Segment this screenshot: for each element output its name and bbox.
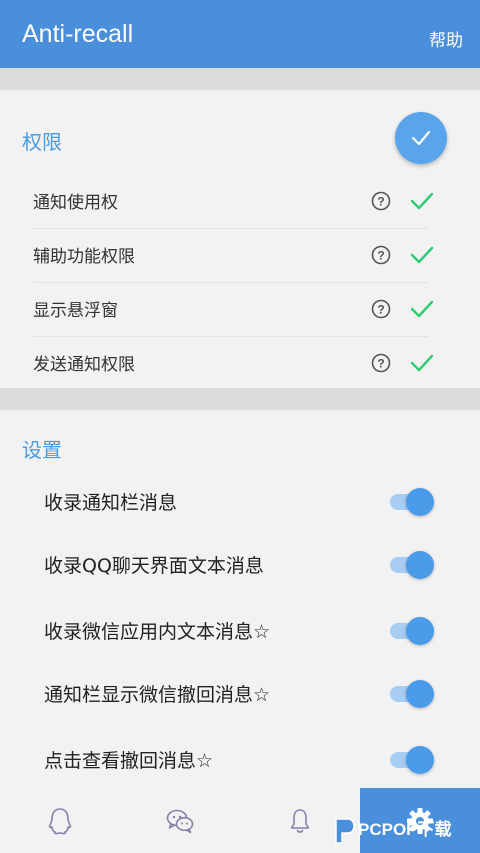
app-bar: Anti-recall 帮助 [0, 0, 480, 68]
permission-label: 通知使用权 [33, 193, 118, 213]
setting-row-notification-messages[interactable]: 收录通知栏消息 [0, 468, 480, 532]
grant-all-button[interactable] [395, 112, 447, 164]
setting-label: 点击查看撤回消息☆ [44, 750, 214, 772]
setting-row-qq-chat-messages[interactable]: 收录QQ聊天界面文本消息 [0, 531, 480, 595]
setting-label: 收录通知栏消息 [44, 492, 178, 514]
setting-label: 收录QQ聊天界面文本消息 [44, 555, 264, 577]
toggle-switch[interactable] [390, 551, 434, 579]
toggle-switch[interactable] [390, 746, 434, 774]
setting-row-view-recalled[interactable]: 点击查看撤回消息☆ [0, 726, 480, 790]
help-button[interactable]: 帮助 [429, 26, 463, 51]
permission-row-post-notifications[interactable]: 发送通知权限 ? [0, 336, 480, 390]
nav-tab-wechat[interactable] [120, 788, 240, 853]
svg-text:?: ? [377, 195, 384, 209]
qq-penguin-icon [48, 807, 72, 834]
toggle-switch[interactable] [390, 680, 434, 708]
setting-row-wechat-messages[interactable]: 收录微信应用内文本消息☆ [0, 597, 480, 661]
section-gap [0, 68, 480, 90]
help-circle-icon[interactable]: ? [371, 245, 391, 265]
toggle-switch[interactable] [390, 617, 434, 645]
svg-text:?: ? [377, 249, 384, 263]
setting-label: 收录微信应用内文本消息☆ [44, 621, 271, 643]
section-gap [0, 388, 480, 410]
setting-row-wechat-recall-notification[interactable]: 通知栏显示微信撤回消息☆ [0, 660, 480, 724]
permission-row-overlay[interactable]: 显示悬浮窗 ? [0, 282, 480, 336]
permission-label: 显示悬浮窗 [33, 301, 118, 321]
app-title: Anti-recall [22, 20, 134, 48]
bell-icon [290, 808, 310, 833]
svg-text:?: ? [377, 303, 384, 317]
wechat-icon [166, 809, 194, 833]
help-circle-icon[interactable]: ? [371, 353, 391, 373]
permission-row-notification-access[interactable]: 通知使用权 ? [0, 174, 480, 228]
check-icon [411, 130, 431, 146]
nav-tab-qq[interactable] [0, 788, 120, 853]
watermark-text: PCPOP下载 [358, 819, 452, 839]
help-circle-icon[interactable]: ? [371, 299, 391, 319]
permission-label: 辅助功能权限 [33, 247, 135, 267]
granted-check-icon [410, 246, 434, 264]
watermark: PCPOP下载 [330, 805, 480, 853]
permission-row-accessibility[interactable]: 辅助功能权限 ? [0, 228, 480, 282]
granted-check-icon [410, 354, 434, 372]
settings-section-title: 设置 [22, 438, 62, 462]
permissions-section-title: 权限 [22, 130, 62, 154]
svg-text:?: ? [377, 357, 384, 371]
setting-label: 通知栏显示微信撤回消息☆ [44, 684, 271, 706]
granted-check-icon [410, 300, 434, 318]
granted-check-icon [410, 192, 434, 210]
toggle-switch[interactable] [390, 488, 434, 516]
permission-label: 发送通知权限 [33, 355, 135, 375]
help-circle-icon[interactable]: ? [371, 191, 391, 211]
